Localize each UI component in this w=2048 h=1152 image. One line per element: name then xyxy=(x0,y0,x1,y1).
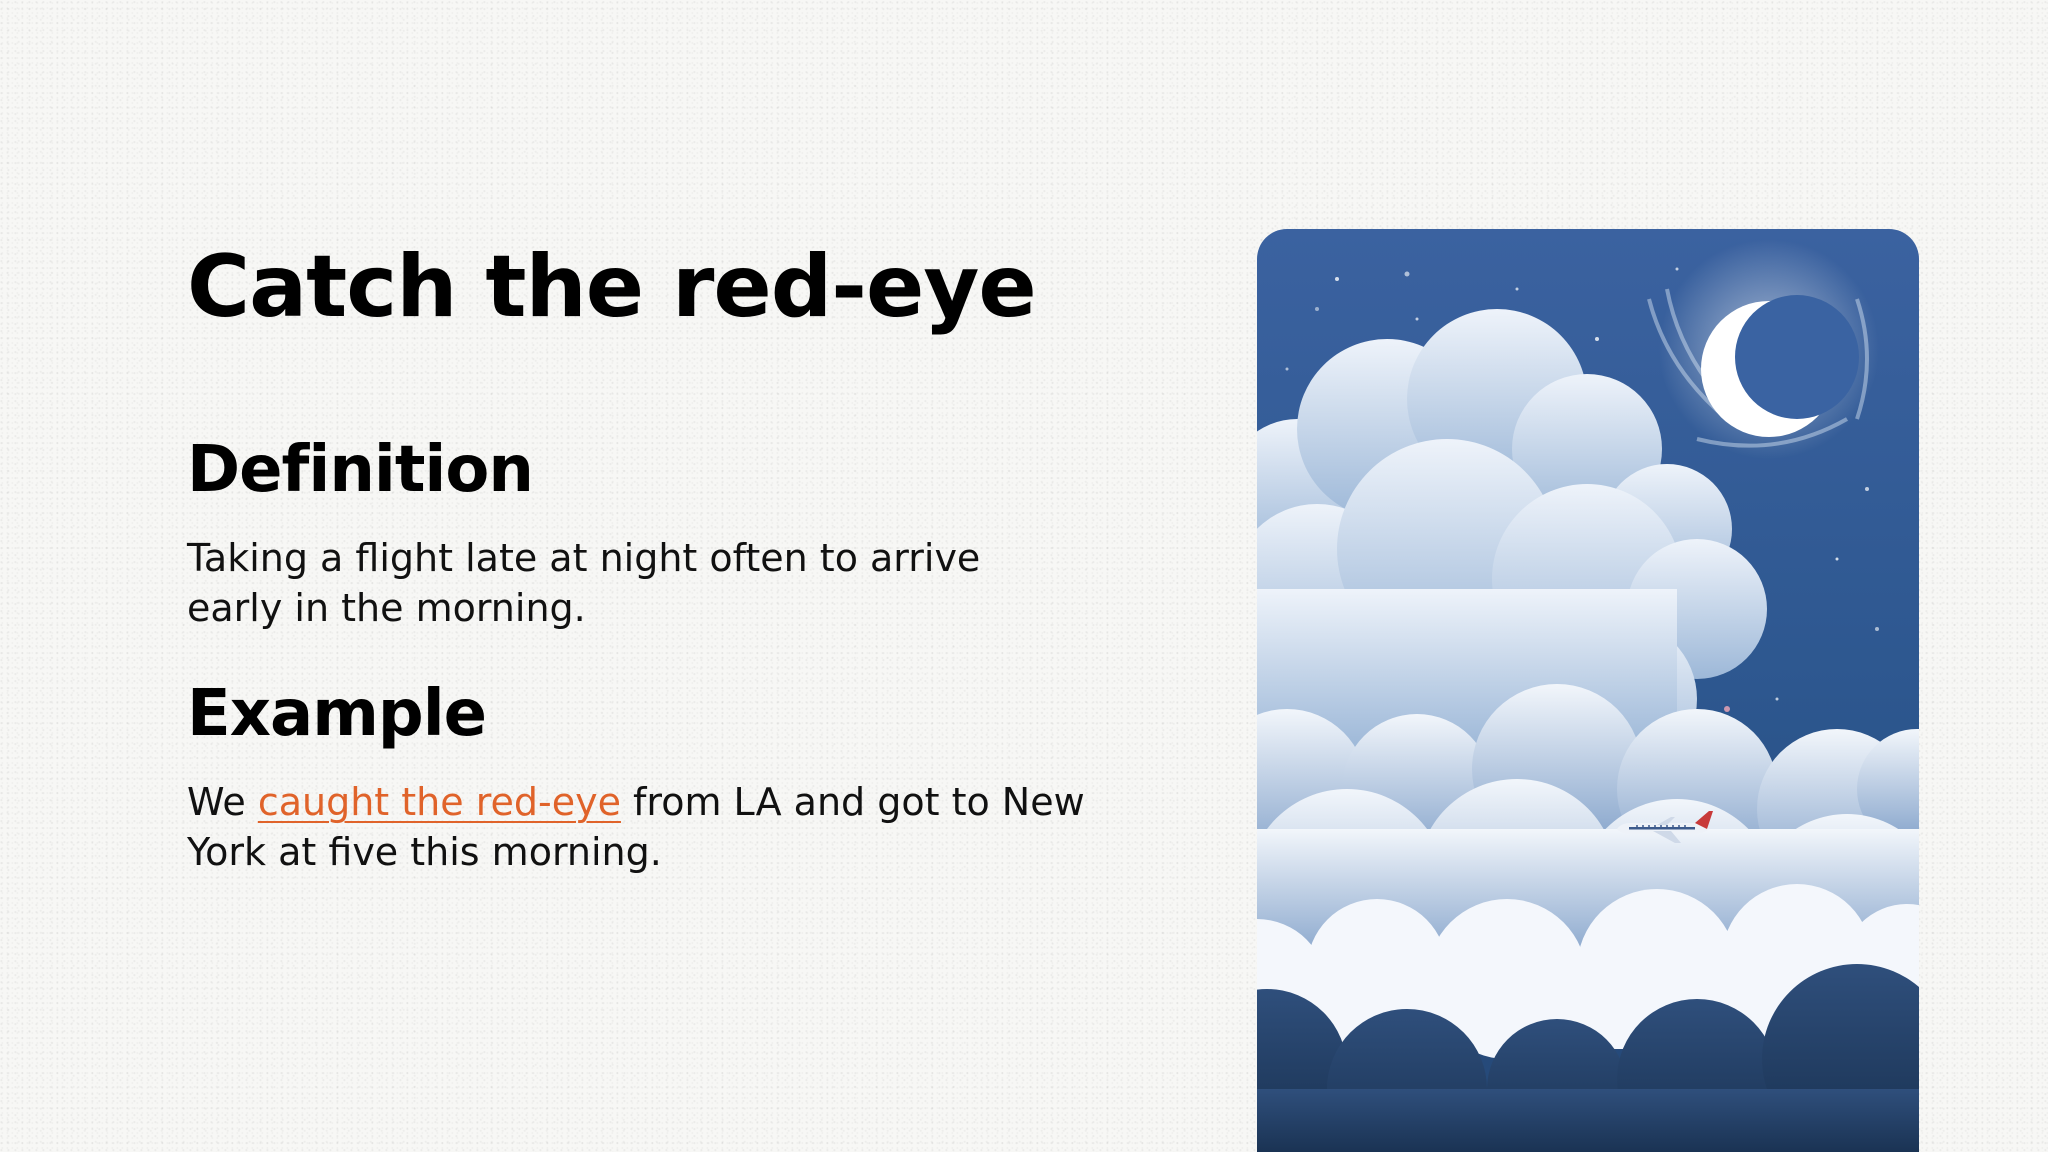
example-phrase-link[interactable]: caught the red-eye xyxy=(258,780,621,824)
night-sky-illustration xyxy=(1257,229,1919,1152)
definition-text: Taking a flight late at night often to a… xyxy=(187,535,981,630)
example-text-before: We xyxy=(187,780,258,825)
example-text: We caught the red-eye from LA and got to… xyxy=(187,777,1087,877)
text-column: Catch the red-eye Definition Taking a fl… xyxy=(187,240,1087,877)
definition-heading: Definition xyxy=(187,432,534,507)
example-heading: Example xyxy=(187,676,487,751)
slide: Catch the red-eye Definition Taking a fl… xyxy=(0,0,2048,1152)
page-title: Catch the red-eye xyxy=(187,237,1037,337)
